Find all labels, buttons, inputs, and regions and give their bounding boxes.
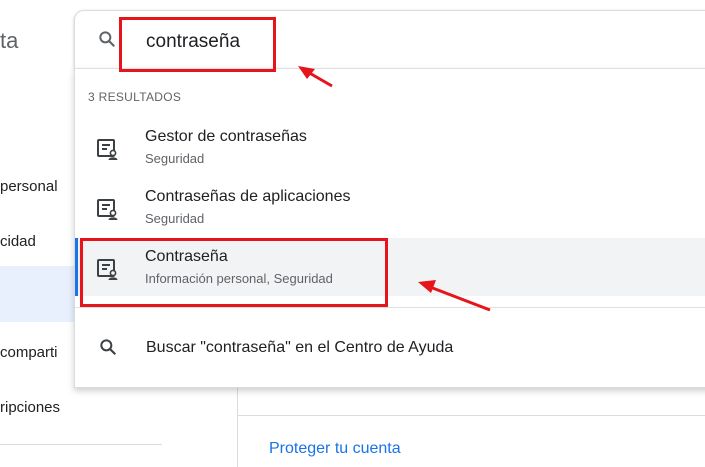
arrowhead-search [298,66,315,79]
annotation-arrows [298,66,491,312]
arrowhead-result [418,280,436,293]
arrow-to-result [429,285,491,312]
